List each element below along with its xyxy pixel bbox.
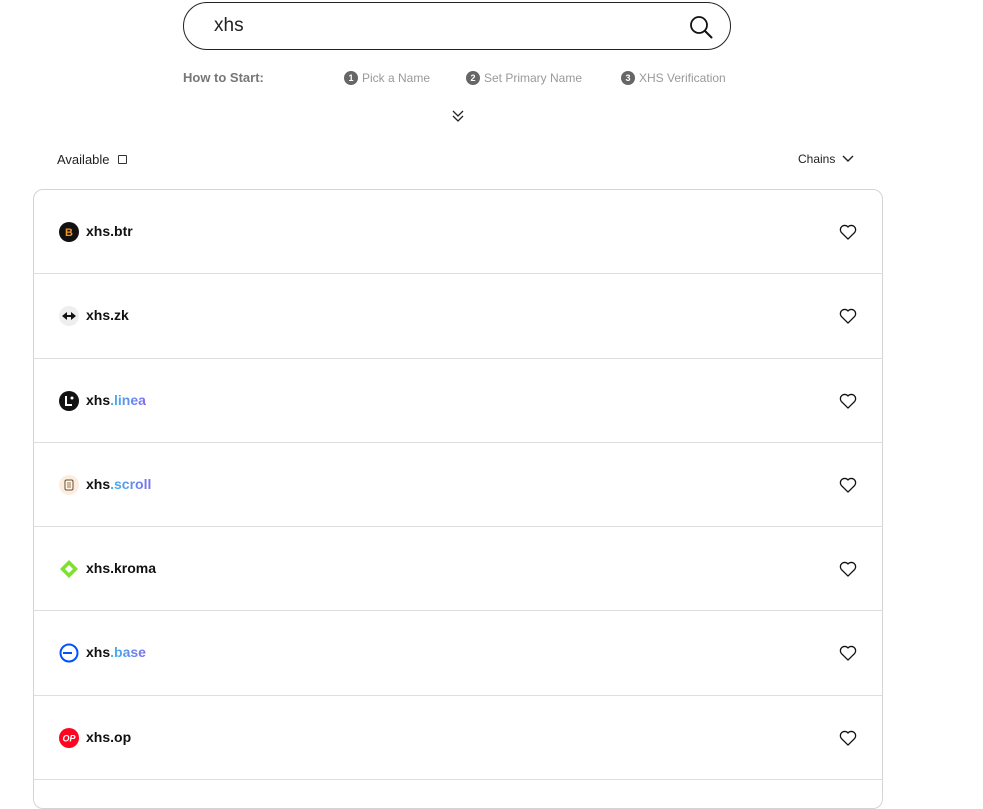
heart-icon	[839, 477, 857, 493]
step-xhs-verification: 3 XHS Verification	[621, 71, 726, 85]
heart-icon	[839, 393, 857, 409]
list-item[interactable]: xhs.scroll	[34, 443, 882, 528]
base-icon	[59, 643, 79, 663]
search-input[interactable]	[214, 15, 654, 37]
domain-name: xhs.kroma	[86, 560, 157, 577]
domain-name: xhs.linea	[86, 391, 146, 408]
heart-icon	[839, 224, 857, 240]
chains-dropdown[interactable]: Chains	[798, 152, 854, 166]
expand-button[interactable]	[450, 108, 466, 124]
list-item[interactable]: xhs.linea	[34, 359, 882, 443]
step-number: 3	[621, 71, 635, 85]
heart-icon	[839, 309, 857, 325]
available-checkbox[interactable]	[117, 155, 127, 164]
chains-label: Chains	[798, 152, 836, 166]
step-pick-name: 1 Pick a Name	[344, 71, 430, 85]
domain-name: xhs.scroll	[86, 475, 152, 492]
favorite-button[interactable]	[838, 222, 858, 242]
heart-icon	[839, 646, 857, 662]
bitlayer-icon: B	[59, 222, 79, 242]
list-item[interactable]: OP xhs.op	[34, 696, 882, 781]
list-item[interactable]: xhs.base	[34, 611, 882, 696]
search-icon	[690, 16, 713, 39]
favorite-button[interactable]	[838, 391, 858, 411]
step-label: Pick a Name	[362, 71, 431, 85]
domain-name: xhs.btr	[86, 223, 133, 239]
search-bar	[183, 2, 731, 50]
optimism-icon: OP	[59, 727, 79, 748]
results-list: B xhs.btr xhs.zk xhs.linea xhs.scroll xh…	[33, 189, 883, 809]
how-to-start-label: How to Start:	[183, 70, 264, 85]
linea-icon	[59, 390, 79, 411]
favorite-button[interactable]	[838, 728, 858, 748]
favorite-button[interactable]	[838, 559, 858, 579]
list-item[interactable]: xhs.zk	[34, 274, 882, 359]
svg-text:OP: OP	[62, 733, 76, 743]
favorite-button[interactable]	[838, 475, 858, 495]
list-item[interactable]: xhs.kroma	[34, 527, 882, 612]
favorite-button[interactable]	[838, 306, 858, 326]
kroma-icon	[59, 559, 79, 579]
step-label: Set Primary Name	[484, 71, 583, 85]
heart-icon	[839, 730, 857, 746]
chevron-down-icon	[842, 155, 854, 162]
zksync-icon	[59, 306, 79, 327]
available-label: Available	[57, 152, 110, 167]
domain-name: xhs.zk	[86, 307, 129, 324]
scroll-icon	[59, 474, 79, 495]
list-item[interactable]: B xhs.btr	[34, 190, 882, 275]
step-number: 1	[344, 71, 358, 85]
available-filter: Available	[57, 152, 127, 167]
search-button[interactable]	[688, 14, 714, 40]
svg-text:B: B	[65, 227, 73, 239]
double-chevron-down-icon	[452, 110, 464, 122]
step-set-primary-name: 2 Set Primary Name	[466, 71, 582, 85]
domain-name: xhs.op	[86, 728, 132, 745]
step-number: 2	[466, 71, 480, 85]
step-label: XHS Verification	[639, 71, 726, 85]
domain-name: xhs.base	[86, 644, 146, 661]
how-to-start: How to Start: 1 Pick a Name 2 Set Primar…	[183, 70, 743, 88]
heart-icon	[839, 561, 857, 577]
favorite-button[interactable]	[838, 643, 858, 663]
